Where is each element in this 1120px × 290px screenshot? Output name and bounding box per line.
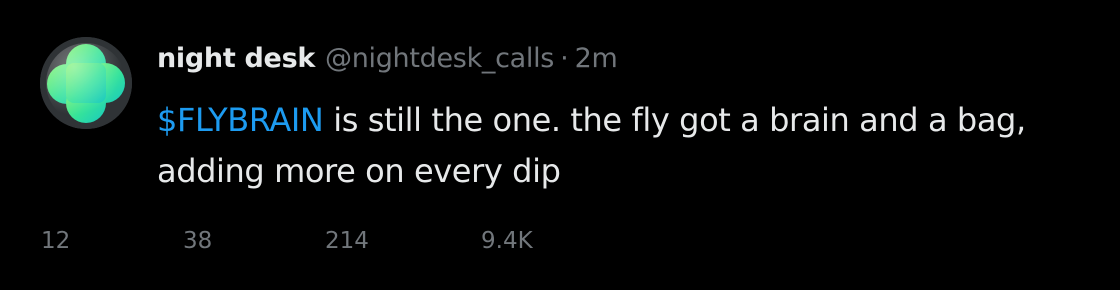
action-bar: 12 38 214 9.4K xyxy=(0,224,1120,258)
green-clover-blob-icon xyxy=(40,37,132,129)
post-timestamp[interactable]: 2m xyxy=(575,41,618,77)
like-count: 214 xyxy=(325,228,369,254)
post-header: night desk @nightdesk_calls · 2m xyxy=(157,41,618,77)
view-count: 9.4K xyxy=(481,228,533,254)
post: night desk @nightdesk_calls · 2m $FLYBRA… xyxy=(0,0,1120,290)
display-name[interactable]: night desk xyxy=(157,41,315,77)
user-handle[interactable]: @nightdesk_calls xyxy=(325,41,554,77)
cashtag-link[interactable]: $FLYBRAIN xyxy=(157,101,324,139)
reply-count: 12 xyxy=(41,228,71,254)
like-button[interactable]: 214 xyxy=(325,224,369,258)
repost-button[interactable]: 38 xyxy=(183,224,212,258)
repost-count: 38 xyxy=(183,228,213,254)
avatar[interactable] xyxy=(40,37,132,129)
post-text: $FLYBRAIN is still the one. the fly got … xyxy=(157,95,1057,197)
header-separator: · xyxy=(560,43,569,74)
reply-button[interactable]: 12 xyxy=(41,224,70,258)
views-button[interactable]: 9.4K xyxy=(481,224,533,258)
